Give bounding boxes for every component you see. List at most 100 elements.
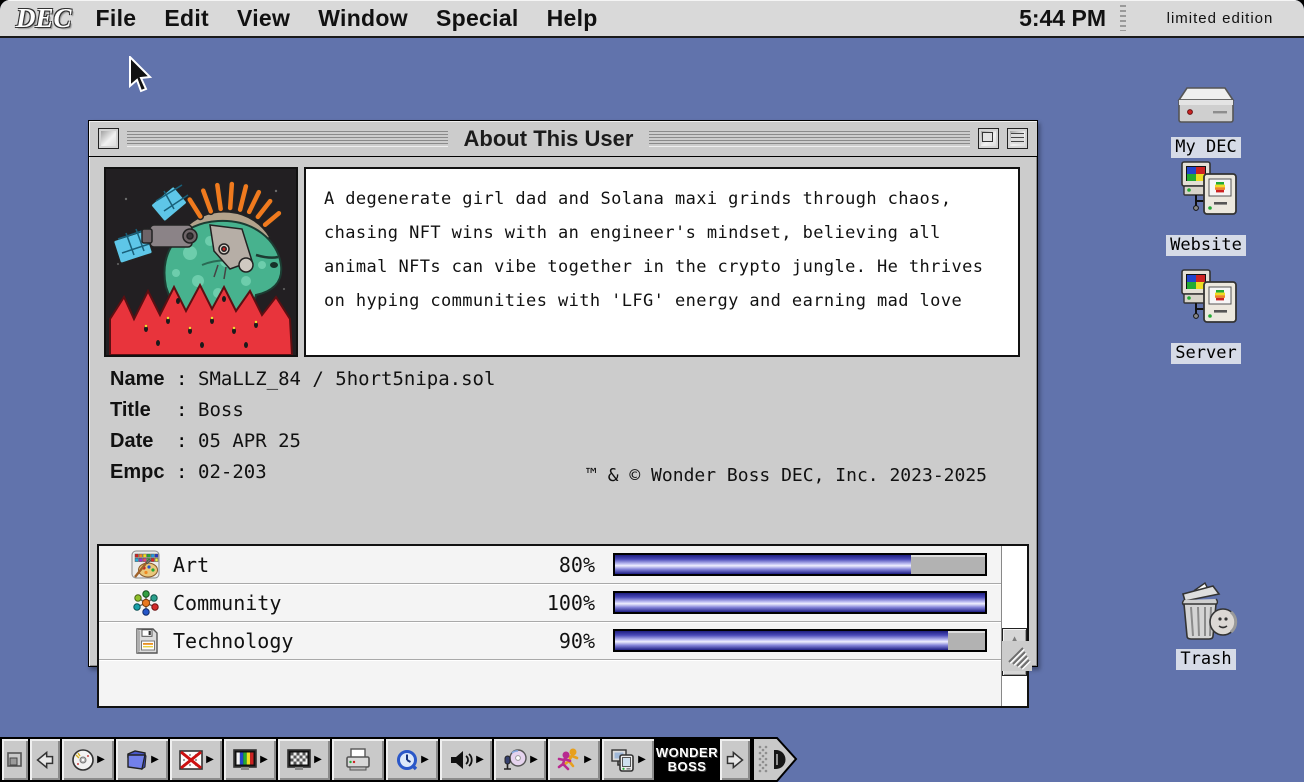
desktop-icon-label[interactable]: Server (1171, 343, 1241, 364)
skill-row-community: Community 100% (99, 584, 1001, 622)
skill-percent: 90% (558, 628, 595, 653)
resize-handle[interactable] (1002, 641, 1032, 671)
floppy-icon (136, 627, 158, 654)
progress-bar-community (613, 591, 987, 614)
desktop-icon-my-dec[interactable]: My DEC (1150, 84, 1262, 158)
quicktime-icon (397, 749, 418, 770)
menu-divider[interactable] (1120, 5, 1126, 31)
field-value: Boss (198, 399, 244, 421)
info-row-title: Title : Boss (110, 395, 1020, 426)
printer-icon (346, 747, 370, 770)
menu-edit[interactable]: Edit (150, 0, 223, 36)
avatar (104, 167, 298, 357)
iguana-nft-avatar-icon (106, 169, 296, 356)
strip-scroll-left-button[interactable] (30, 737, 62, 782)
skill-row-technology: Technology 90% (99, 622, 1001, 660)
strip-collapse-tab[interactable] (0, 737, 30, 782)
microphone-cd-icon (504, 748, 527, 770)
field-value: SMaLLZ_84 / 5hort5nipa.sol (198, 368, 496, 390)
cd-icon (72, 748, 94, 771)
strip-handle-icon (752, 737, 798, 782)
menu-special[interactable]: Special (422, 0, 533, 36)
speaker-icon (451, 750, 473, 769)
skills-panel: Art 80% Community 100% Technology 90% ▲ (97, 544, 1029, 708)
wonder-boss-label-line2: BOSS (667, 758, 707, 774)
strip-file-sharing-button[interactable]: ▶ (116, 737, 170, 782)
desktop: DEC File Edit View Window Special Help 5… (0, 0, 1304, 782)
computer-sync-icon (611, 748, 634, 772)
window-title: About This User (463, 125, 634, 151)
strip-resolution-button[interactable]: ▶ (278, 737, 332, 782)
strip-sound-input-button[interactable]: ▶ (494, 737, 548, 782)
strip-color-depth-button[interactable]: ▶ (224, 737, 278, 782)
submenu-arrow-icon: ▶ (260, 753, 268, 765)
field-label: Name (110, 368, 165, 390)
strip-sync-button[interactable]: ▶ (602, 737, 656, 782)
control-strip: ▶ ▶ ▶ ▶ ▶ ▶ ▶ ▶ ▶ ▶ WONDER BOSS (0, 737, 798, 782)
hard-drive-icon (1177, 87, 1235, 123)
strip-scroll-right-button[interactable] (720, 737, 752, 782)
strip-desktop-pattern-button[interactable]: ▶ (170, 737, 224, 782)
field-value: 05 APR 25 (198, 430, 301, 452)
desktop-icon-trash[interactable]: Trash (1150, 581, 1262, 670)
skill-row-art: Art 80% (99, 546, 1001, 584)
skills-scrollbar[interactable]: ▲ ▼ (1001, 546, 1027, 706)
strip-cd-button[interactable]: ▶ (62, 737, 116, 782)
user-info: Name : SMaLLZ_84 / 5hort5nipa.sol Title … (110, 364, 1020, 488)
info-row-date: Date : 05 APR 25 (110, 426, 1020, 457)
menu-file[interactable]: File (82, 0, 151, 36)
strip-quicktime-button[interactable]: ▶ (386, 737, 440, 782)
info-row-name: Name : SMaLLZ_84 / 5hort5nipa.sol (110, 364, 1020, 395)
menu-view[interactable]: View (223, 0, 304, 36)
strip-printer-button[interactable] (332, 737, 386, 782)
close-box[interactable] (98, 128, 119, 149)
network-computers-icon (1181, 161, 1237, 215)
menu-edition-label: limited edition (1166, 9, 1274, 27)
network-computers-icon (1181, 269, 1237, 323)
strip-energy-button[interactable]: ▶ (548, 737, 602, 782)
wonder-boss-label-line1: WONDER (655, 744, 719, 760)
arrow-left-icon (36, 750, 54, 769)
titlebar-stripes (649, 131, 970, 146)
strip-volume-button[interactable]: ▶ (440, 737, 494, 782)
arrow-cursor-icon (129, 54, 153, 93)
resolution-monitor-icon (287, 748, 311, 770)
window-content: A degenerate girl dad and Solana maxi gr… (89, 167, 1037, 708)
desktop-icon-server[interactable]: Server (1150, 268, 1262, 364)
pattern-mute-icon (179, 749, 203, 770)
desktop-icon-label[interactable]: Trash (1176, 649, 1236, 670)
progress-bar-art (613, 553, 987, 576)
copyright-line: ™ & © Wonder Boss DEC, Inc. 2023-2025 (586, 465, 987, 486)
menu-bar: DEC File Edit View Window Special Help 5… (0, 0, 1304, 38)
skill-label: Technology (173, 628, 294, 653)
submenu-arrow-icon: ▶ (530, 753, 538, 765)
arrow-right-icon (726, 750, 744, 769)
submenu-arrow-icon: ▶ (97, 753, 105, 765)
menu-window[interactable]: Window (304, 0, 422, 36)
skill-label: Art (173, 552, 210, 577)
grow-box-icon (1008, 647, 1031, 670)
menu-help[interactable]: Help (533, 0, 612, 36)
palette-icon (131, 550, 160, 578)
skill-percent: 80% (558, 552, 595, 577)
submenu-arrow-icon: ▶ (476, 753, 484, 765)
strip-end-handle[interactable] (752, 737, 798, 782)
field-value: 02-203 (198, 461, 267, 483)
collapse-box[interactable] (1007, 128, 1028, 149)
field-label: Date (110, 430, 154, 452)
field-label: Empc (110, 461, 165, 483)
desktop-icon-website[interactable]: Website (1150, 160, 1262, 256)
submenu-arrow-icon: ▶ (314, 753, 322, 765)
bio-text: A degenerate girl dad and Solana maxi gr… (304, 167, 1020, 357)
desktop-icon-label[interactable]: Website (1166, 235, 1246, 256)
menu-clock[interactable]: 5:44 PM (1019, 5, 1120, 32)
folder-icon (127, 749, 147, 770)
color-depth-monitor-icon (233, 748, 257, 770)
window-titlebar[interactable]: About This User (89, 121, 1037, 157)
desktop-icon-label[interactable]: My DEC (1171, 137, 1241, 158)
titlebar-stripes (127, 131, 448, 146)
zoom-box[interactable] (978, 128, 999, 149)
submenu-arrow-icon: ▶ (206, 753, 214, 765)
strip-wonder-boss-badge[interactable]: WONDER BOSS (656, 737, 720, 782)
dec-logo-menu[interactable]: DEC (16, 1, 72, 35)
